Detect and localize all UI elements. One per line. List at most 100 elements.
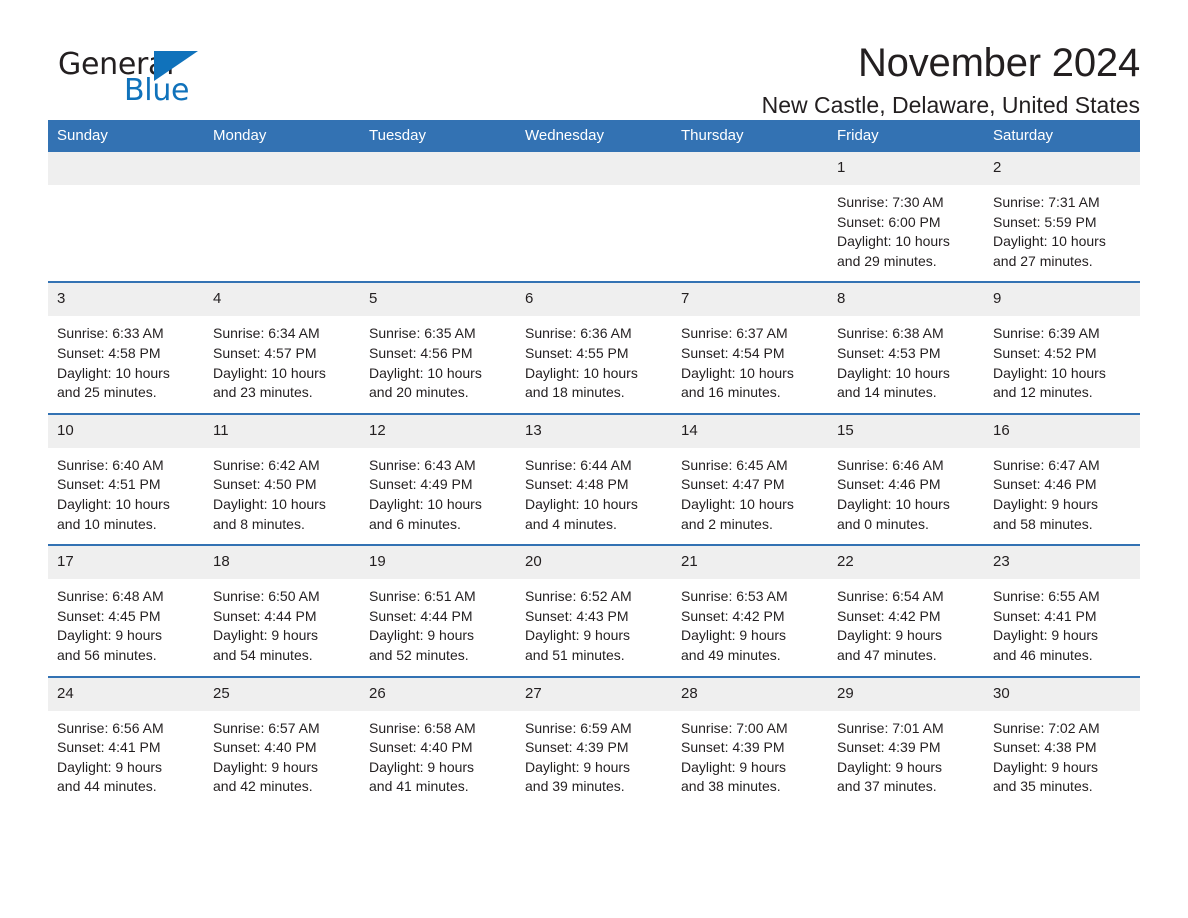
calendar-day-cell[interactable]: 4 Sunrise: 6:34 AM Sunset: 4:57 PM Daylight… [204, 281, 360, 414]
sunrise-text: Sunrise: 6:33 AM [57, 325, 164, 342]
calendar-day-cell[interactable]: 6 Sunrise: 6:36 AM Sunset: 4:55 PM Daylight… [516, 281, 672, 414]
sunset-text: Sunset: 4:49 PM [369, 476, 473, 493]
calendar-day-cell[interactable]: 21 Sunrise: 6:53 AM Sunset: 4:42 PM Dayligh… [672, 544, 828, 677]
day-number: 30 [984, 677, 1140, 711]
sunset-text: Sunset: 4:47 PM [681, 476, 785, 493]
calendar-week-row: 1 Sunrise: 7:30 AM Sunset: 6:00 PM Daylight… [48, 152, 1140, 282]
daylight-text: and 56 minutes. [57, 646, 157, 663]
day-details: Sunrise: 7:01 AM Sunset: 4:39 PM Daylight:… [828, 711, 984, 807]
calendar-empty-cell [204, 152, 360, 282]
sunset-text: Sunset: 4:46 PM [837, 476, 941, 493]
calendar-day-cell[interactable]: 12 Sunrise: 6:43 AM Sunset: 4:49 PM Dayligh… [360, 412, 516, 546]
day-details: Sunrise: 7:00 AM Sunset: 4:39 PM Daylight:… [672, 711, 828, 807]
day-number: 27 [516, 677, 672, 711]
day-details: Sunrise: 6:33 AM Sunset: 4:58 PM Daylight:… [48, 316, 204, 412]
weekday-header-wednesday: Wednesday [516, 120, 672, 152]
daylight-text: Daylight: 10 hours [993, 233, 1106, 250]
sunrise-text: Sunrise: 6:51 AM [369, 588, 476, 605]
day-number: 28 [672, 677, 828, 711]
daylight-text: Daylight: 10 hours [369, 495, 482, 512]
daylight-text: and 47 minutes. [837, 646, 937, 663]
calendar-day-cell[interactable]: 18 Sunrise: 6:50 AM Sunset: 4:44 PM Dayligh… [204, 544, 360, 677]
day-number [516, 152, 672, 185]
daylight-text: Daylight: 9 hours [525, 758, 631, 775]
calendar-day-cell[interactable]: 10 Sunrise: 6:40 AM Sunset: 4:51 PM Dayligh… [48, 412, 204, 546]
calendar-week-row: 3 Sunrise: 6:33 AM Sunset: 4:58 PM Daylight… [48, 281, 1140, 414]
calendar-day-cell[interactable]: 16 Sunrise: 6:47 AM Sunset: 4:46 PM Dayligh… [984, 412, 1140, 546]
calendar-day-cell[interactable]: 26 Sunrise: 6:58 AM Sunset: 4:40 PM Dayligh… [360, 675, 516, 807]
daylight-text: Daylight: 9 hours [993, 495, 1099, 512]
day-details [516, 185, 672, 281]
daylight-text: and 41 minutes. [369, 778, 469, 795]
calendar-day-cell[interactable]: 17 Sunrise: 6:48 AM Sunset: 4:45 PM Dayligh… [48, 544, 204, 677]
day-details: Sunrise: 6:34 AM Sunset: 4:57 PM Daylight:… [204, 316, 360, 412]
daylight-text: and 35 minutes. [993, 778, 1093, 795]
day-number: 17 [48, 546, 204, 580]
calendar-day-cell[interactable]: 25 Sunrise: 6:57 AM Sunset: 4:40 PM Dayligh… [204, 675, 360, 807]
sunset-text: Sunset: 4:45 PM [57, 607, 161, 624]
day-number: 13 [516, 414, 672, 448]
daylight-text: Daylight: 9 hours [681, 627, 787, 644]
day-details: Sunrise: 6:55 AM Sunset: 4:41 PM Daylight:… [984, 579, 1140, 675]
generalblue-logo[interactable]: General Blue [48, 42, 248, 114]
title-block: November 2024 New Castle, Delaware, Unit… [248, 41, 1141, 118]
sunset-text: Sunset: 4:40 PM [369, 739, 473, 756]
daylight-text: and 18 minutes. [525, 384, 625, 401]
daylight-text: and 44 minutes. [57, 778, 157, 795]
day-details: Sunrise: 6:51 AM Sunset: 4:44 PM Daylight:… [360, 579, 516, 675]
day-number: 22 [828, 546, 984, 580]
daylight-text: Daylight: 10 hours [681, 364, 794, 381]
calendar-day-cell[interactable]: 9 Sunrise: 6:39 AM Sunset: 4:52 PM Daylight… [984, 281, 1140, 414]
daylight-text: Daylight: 9 hours [57, 627, 163, 644]
calendar-day-cell[interactable]: 19 Sunrise: 6:51 AM Sunset: 4:44 PM Dayligh… [360, 544, 516, 677]
daylight-text: and 39 minutes. [525, 778, 625, 795]
calendar-day-cell[interactable]: 22 Sunrise: 6:54 AM Sunset: 4:42 PM Dayligh… [828, 544, 984, 677]
calendar-day-cell[interactable]: 30 Sunrise: 7:02 AM Sunset: 4:38 PM Dayligh… [984, 675, 1140, 807]
sunset-text: Sunset: 4:58 PM [57, 344, 161, 361]
calendar-day-cell[interactable]: 11 Sunrise: 6:42 AM Sunset: 4:50 PM Dayligh… [204, 412, 360, 546]
sunset-text: Sunset: 4:50 PM [213, 476, 317, 493]
daylight-text: Daylight: 10 hours [837, 364, 950, 381]
daylight-text: and 52 minutes. [369, 646, 469, 663]
calendar-day-cell[interactable]: 13 Sunrise: 6:44 AM Sunset: 4:48 PM Dayligh… [516, 412, 672, 546]
daylight-text: Daylight: 9 hours [837, 627, 943, 644]
sunset-text: Sunset: 4:44 PM [213, 607, 317, 624]
calendar-day-cell[interactable]: 3 Sunrise: 6:33 AM Sunset: 4:58 PM Daylight… [48, 281, 204, 414]
day-number: 25 [204, 677, 360, 711]
daylight-text: and 49 minutes. [681, 646, 781, 663]
daylight-text: Daylight: 9 hours [837, 758, 943, 775]
calendar-day-cell[interactable]: 5 Sunrise: 6:35 AM Sunset: 4:56 PM Daylight… [360, 281, 516, 414]
daylight-text: Daylight: 9 hours [525, 627, 631, 644]
sunset-text: Sunset: 4:39 PM [681, 739, 785, 756]
sunset-text: Sunset: 4:56 PM [369, 344, 473, 361]
daylight-text: and 38 minutes. [681, 778, 781, 795]
calendar-day-cell[interactable]: 27 Sunrise: 6:59 AM Sunset: 4:39 PM Dayligh… [516, 675, 672, 807]
page-header: General Blue November 2024 New Castle, D… [48, 0, 1140, 118]
calendar-day-cell[interactable]: 20 Sunrise: 6:52 AM Sunset: 4:43 PM Dayligh… [516, 544, 672, 677]
calendar-day-cell[interactable]: 2 Sunrise: 7:31 AM Sunset: 5:59 PM Daylight… [984, 152, 1140, 282]
calendar-day-cell[interactable]: 1 Sunrise: 7:30 AM Sunset: 6:00 PM Daylight… [828, 152, 984, 282]
day-details [360, 185, 516, 281]
calendar-page: General Blue November 2024 New Castle, D… [0, 0, 1188, 918]
daylight-text: and 14 minutes. [837, 384, 937, 401]
daylight-text: and 12 minutes. [993, 384, 1093, 401]
daylight-text: and 8 minutes. [213, 515, 305, 532]
calendar-day-cell[interactable]: 15 Sunrise: 6:46 AM Sunset: 4:46 PM Dayligh… [828, 412, 984, 546]
daylight-text: and 42 minutes. [213, 778, 313, 795]
sunrise-text: Sunrise: 6:53 AM [681, 588, 788, 605]
calendar-day-cell[interactable]: 29 Sunrise: 7:01 AM Sunset: 4:39 PM Dayligh… [828, 675, 984, 807]
day-number: 12 [360, 414, 516, 448]
calendar-day-cell[interactable]: 28 Sunrise: 7:00 AM Sunset: 4:39 PM Dayligh… [672, 675, 828, 807]
calendar-day-cell[interactable]: 24 Sunrise: 6:56 AM Sunset: 4:41 PM Dayligh… [48, 675, 204, 807]
calendar-day-cell[interactable]: 14 Sunrise: 6:45 AM Sunset: 4:47 PM Dayligh… [672, 412, 828, 546]
calendar-day-cell[interactable]: 23 Sunrise: 6:55 AM Sunset: 4:41 PM Dayligh… [984, 544, 1140, 677]
daylight-text: Daylight: 9 hours [369, 758, 475, 775]
day-details: Sunrise: 7:02 AM Sunset: 4:38 PM Daylight:… [984, 711, 1140, 807]
daylight-text: and 51 minutes. [525, 646, 625, 663]
sunset-text: Sunset: 4:39 PM [525, 739, 629, 756]
calendar-day-cell[interactable]: 8 Sunrise: 6:38 AM Sunset: 4:53 PM Daylight… [828, 281, 984, 414]
calendar-day-cell[interactable]: 7 Sunrise: 6:37 AM Sunset: 4:54 PM Daylight… [672, 281, 828, 414]
sunset-text: Sunset: 4:53 PM [837, 344, 941, 361]
day-details: Sunrise: 6:48 AM Sunset: 4:45 PM Daylight:… [48, 579, 204, 675]
sunrise-text: Sunrise: 7:30 AM [837, 194, 944, 210]
